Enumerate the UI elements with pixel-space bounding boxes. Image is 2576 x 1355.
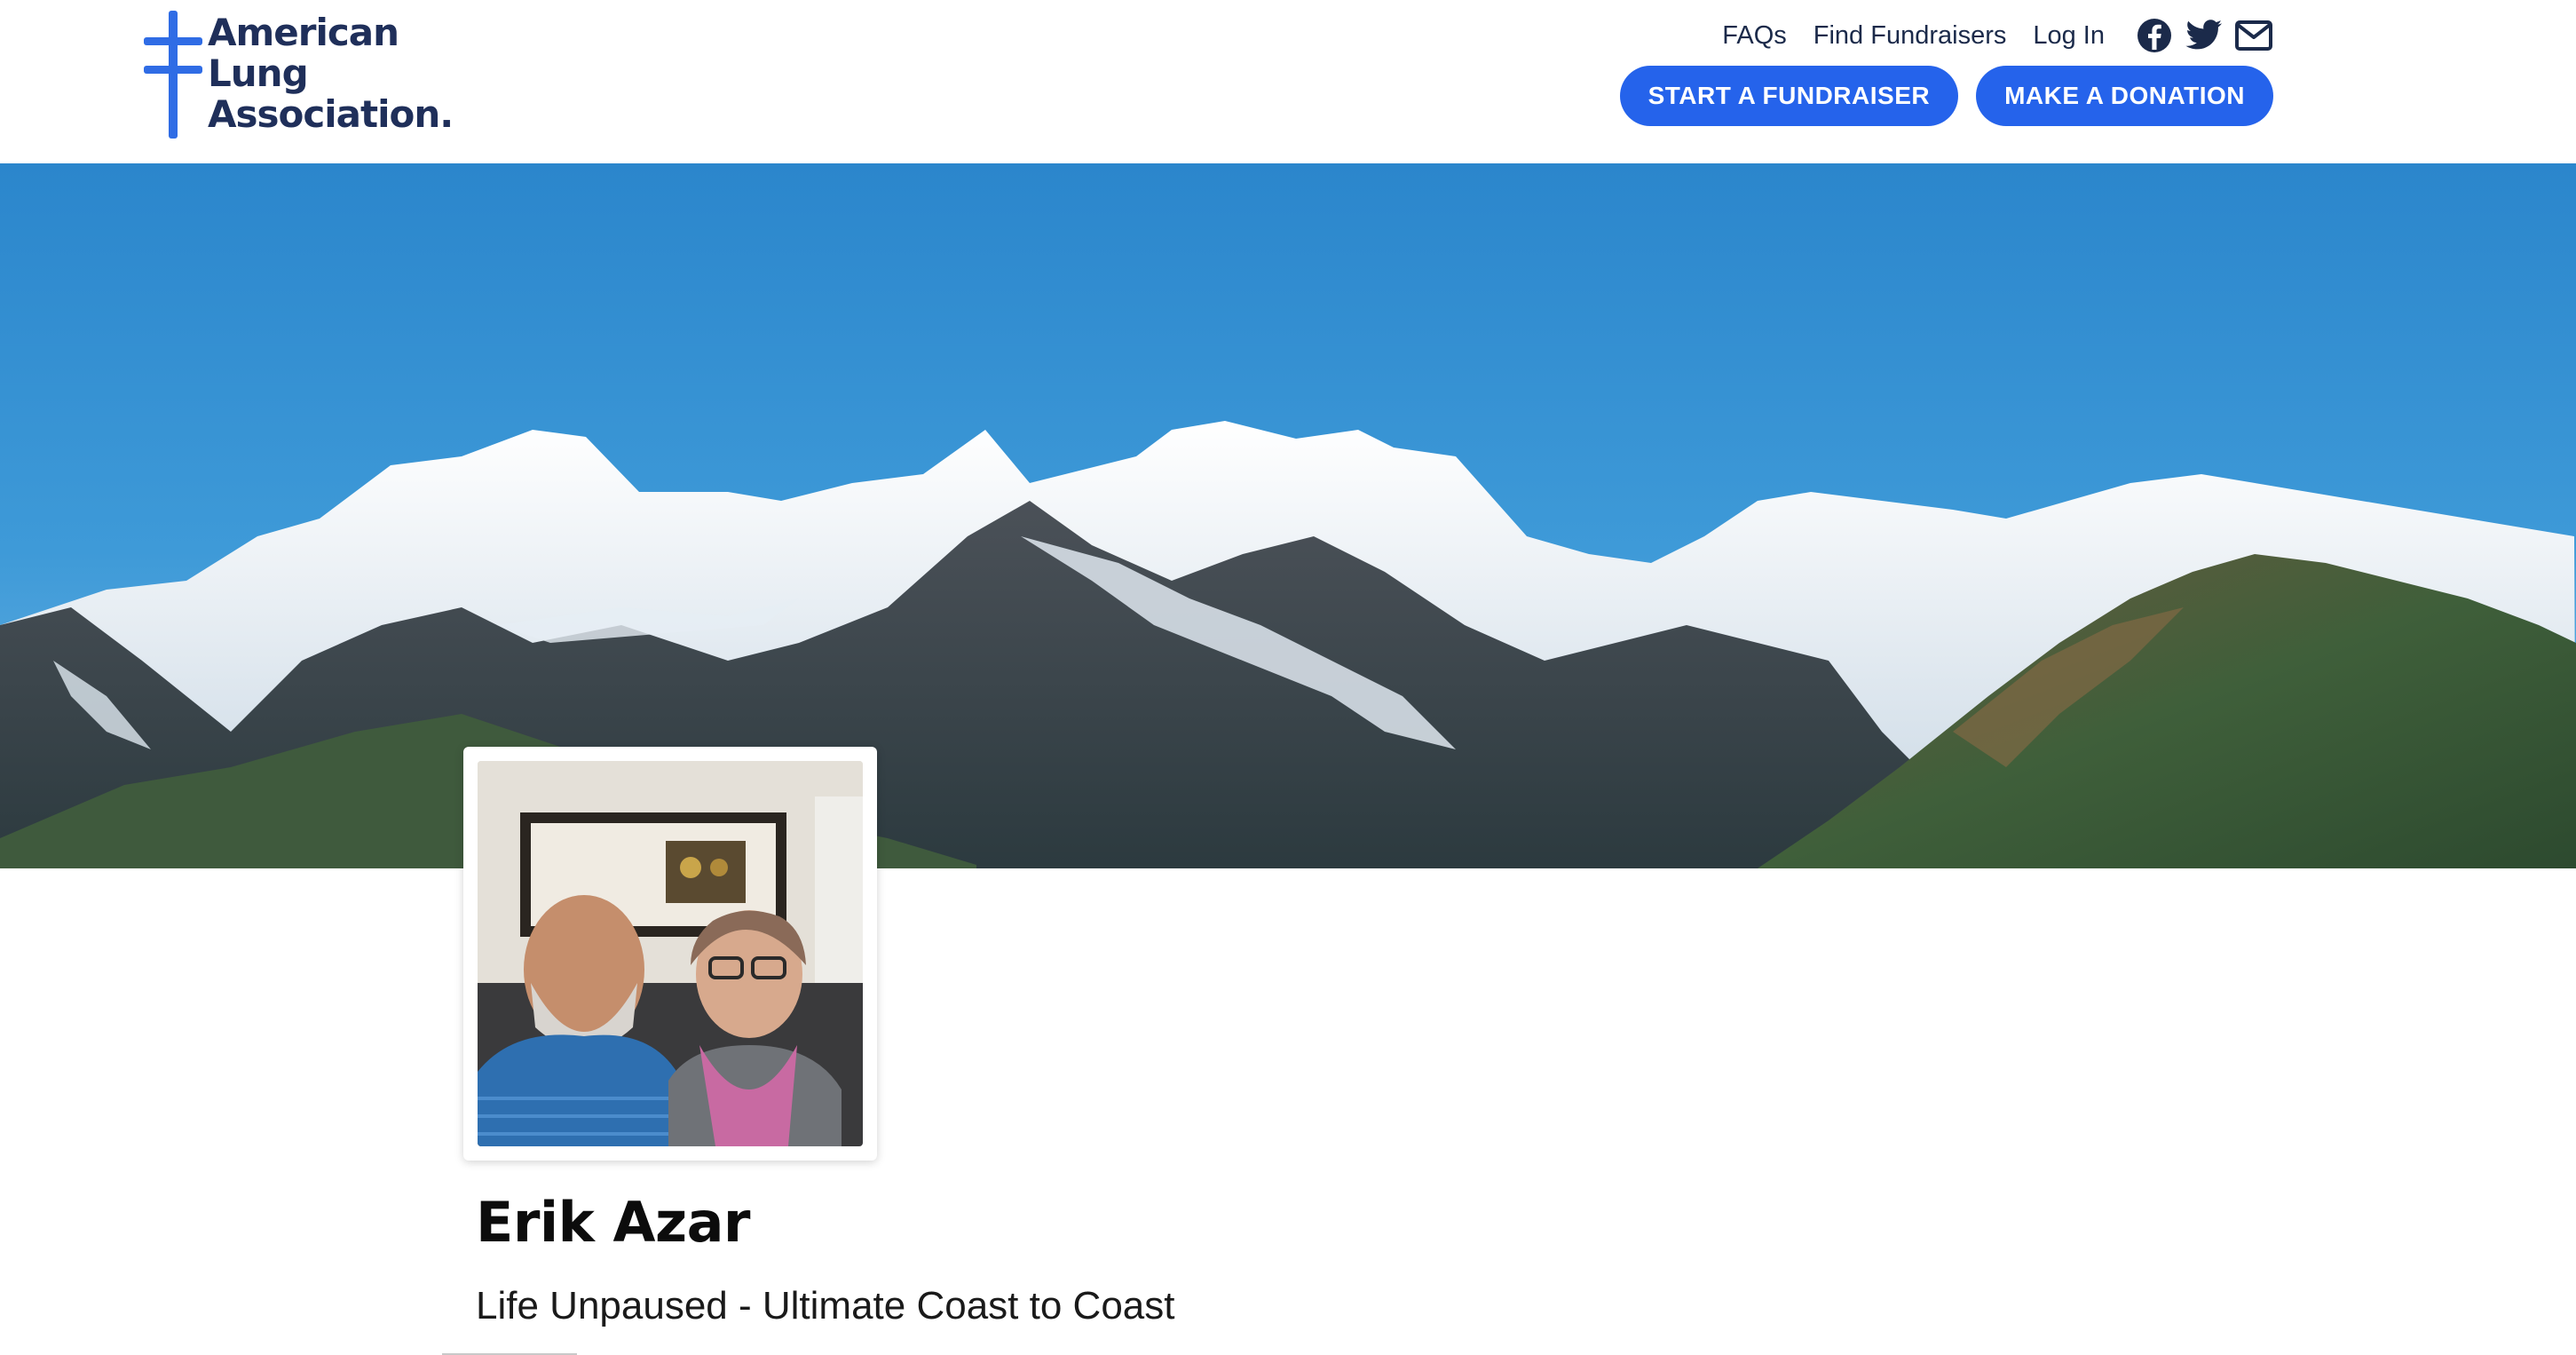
twitter-icon[interactable] (2185, 16, 2224, 55)
facebook-icon[interactable] (2135, 16, 2174, 55)
fundraiser-name: Erik Azar (476, 1190, 750, 1255)
log-in-link[interactable]: Log In (2033, 21, 2105, 51)
logo-line-1: American (208, 11, 399, 54)
mountain-banner-image (0, 163, 2576, 868)
profile-photo (463, 747, 877, 1161)
page: American Lung Association. FAQs Find Fun… (0, 0, 2576, 1355)
double-cross-icon (144, 11, 202, 139)
profile-photo-image (478, 761, 863, 1146)
find-fundraisers-link[interactable]: Find Fundraisers (1813, 21, 2007, 51)
logo-line-2: Lung (208, 52, 309, 95)
event-title: Life Unpaused - Ultimate Coast to Coast (476, 1284, 1175, 1327)
social-links (2135, 16, 2273, 55)
header-cta-buttons: START A FUNDRAISER MAKE A DONATION (1619, 66, 2273, 126)
site-header: American Lung Association. FAQs Find Fun… (0, 0, 2576, 163)
faqs-link[interactable]: FAQs (1722, 21, 1787, 51)
american-lung-association-logo[interactable]: American Lung Association. (142, 11, 462, 139)
logo-line-3: Association. (208, 92, 454, 136)
start-fundraiser-button[interactable]: START A FUNDRAISER (1619, 66, 1959, 126)
logo-wordmark: American Lung Association. (208, 11, 454, 136)
mail-icon[interactable] (2234, 16, 2273, 55)
top-navigation: FAQs Find Fundraisers Log In (1722, 12, 2273, 59)
make-donation-button[interactable]: MAKE A DONATION (1976, 66, 2273, 126)
